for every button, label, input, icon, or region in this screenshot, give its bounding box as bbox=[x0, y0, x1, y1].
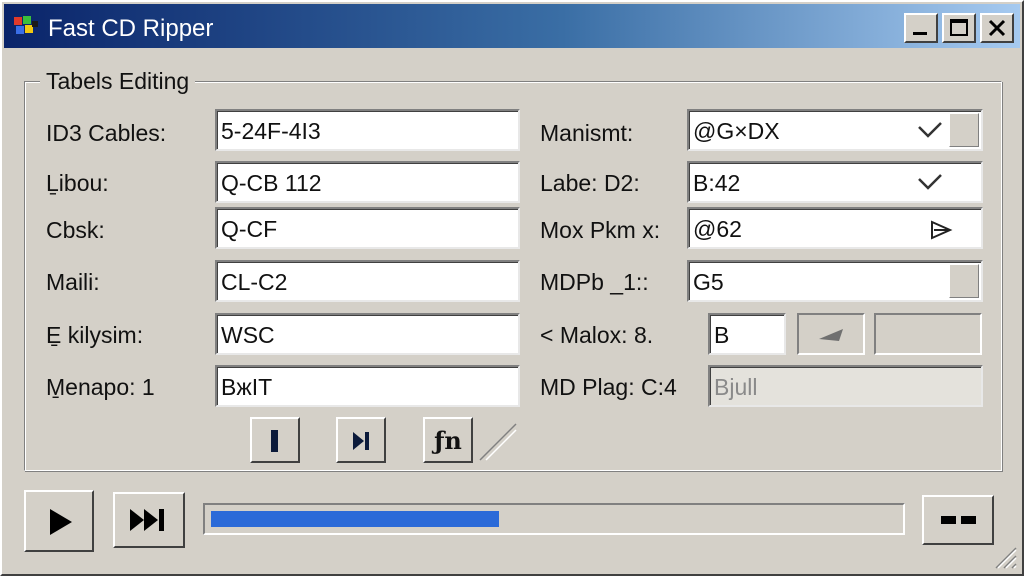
menapo-value: BжIT bbox=[221, 374, 273, 400]
mdpb-dropdown-button[interactable] bbox=[949, 264, 979, 298]
label-malox: < Malox: 8. bbox=[540, 322, 654, 348]
malox-empty-button[interactable] bbox=[874, 313, 982, 355]
labe-d2-field[interactable]: B:42 bbox=[687, 161, 983, 203]
play-button[interactable] bbox=[24, 490, 94, 552]
window-title: Fast CD Ripper bbox=[48, 15, 214, 42]
check-icon bbox=[918, 174, 942, 190]
malox-value: B bbox=[714, 322, 730, 348]
skip-forward-icon bbox=[130, 509, 164, 531]
mox-pkm-value: @62 bbox=[693, 216, 742, 242]
label-mox-pkm: Mox Pkm x: bbox=[540, 217, 661, 243]
stop-icon bbox=[941, 516, 976, 524]
labe-d2-value: B:42 bbox=[693, 170, 741, 196]
ekilysim-value: WSC bbox=[221, 322, 275, 348]
manismt-combo[interactable]: @G×DX bbox=[687, 109, 983, 151]
arrow-left-icon bbox=[819, 329, 843, 341]
bar-icon bbox=[271, 430, 278, 452]
app-icon bbox=[14, 16, 38, 34]
minimize-button[interactable] bbox=[904, 13, 938, 43]
malox-toggle-button[interactable] bbox=[797, 313, 865, 355]
progress-fill bbox=[211, 511, 500, 527]
mox-pkm-field[interactable]: @62 bbox=[687, 207, 983, 249]
main-window: Fast CD Ripper Tabels Editing ID3 Cables… bbox=[0, 0, 1024, 576]
label-maili: Maili: bbox=[46, 269, 100, 295]
play-arrow-icon[interactable] bbox=[929, 219, 953, 241]
minimize-icon bbox=[913, 32, 927, 35]
fn-icon: ƒn bbox=[434, 426, 462, 455]
md-plag-value: Bjull bbox=[714, 374, 758, 400]
label-manismt: Manismt: bbox=[540, 120, 634, 146]
label-menapo: M̱enapo: 1 bbox=[46, 374, 155, 400]
label-id3-cables: ID3 Cables: bbox=[46, 120, 167, 146]
title-bar[interactable]: Fast CD Ripper bbox=[4, 4, 1020, 48]
manismt-dropdown-button[interactable] bbox=[949, 113, 979, 147]
label-cbsk: Cbsk: bbox=[46, 217, 105, 243]
fn-button[interactable]: ƒn bbox=[423, 417, 473, 463]
maximize-button[interactable] bbox=[942, 13, 976, 43]
label-labe-d2: Labe: D2: bbox=[540, 170, 640, 196]
close-icon bbox=[988, 19, 1006, 37]
skip-forward-button[interactable] bbox=[113, 492, 185, 548]
rip-progress-bar bbox=[203, 503, 905, 535]
bar-button[interactable] bbox=[250, 417, 300, 463]
cbsk-value: Q-CF bbox=[221, 216, 278, 242]
label-mdpb: MDPb _1:: bbox=[540, 269, 649, 295]
group-legend: Tabels Editing bbox=[40, 68, 196, 95]
mdpb-combo[interactable]: G5 bbox=[687, 260, 983, 302]
stop-button[interactable] bbox=[922, 495, 994, 545]
md-plag-field: Bjull bbox=[708, 365, 983, 407]
check-icon bbox=[918, 122, 942, 138]
size-grip-icon[interactable] bbox=[988, 540, 1018, 570]
cbsk-field[interactable]: Q-CF bbox=[215, 207, 520, 249]
menapo-field[interactable]: BжIT bbox=[215, 365, 520, 407]
malox-field[interactable]: B bbox=[708, 313, 786, 355]
maili-value: CL-C2 bbox=[221, 269, 288, 295]
play-icon bbox=[50, 509, 72, 535]
mdpb-value: G5 bbox=[693, 269, 724, 295]
next-frame-button[interactable] bbox=[336, 417, 386, 463]
libou-field[interactable]: Q-CB 112 bbox=[215, 161, 520, 203]
libou-value: Q-CB 112 bbox=[221, 170, 322, 196]
next-frame-icon bbox=[353, 432, 369, 450]
label-libou: Ḻibou: bbox=[46, 170, 109, 196]
label-md-plag: MD Plag: C:4 bbox=[540, 374, 677, 400]
maximize-icon bbox=[950, 19, 968, 36]
manismt-value: @G×DX bbox=[693, 118, 780, 144]
label-ekilysim: E̱ kilysim: bbox=[46, 322, 144, 348]
resize-handle-icon bbox=[479, 423, 517, 461]
ekilysim-field[interactable]: WSC bbox=[215, 313, 520, 355]
id3-cables-field[interactable]: 5-24F-4I3 bbox=[215, 109, 520, 151]
close-button[interactable] bbox=[980, 13, 1014, 43]
maili-field[interactable]: CL-C2 bbox=[215, 260, 520, 302]
id3-cables-value: 5-24F-4I3 bbox=[221, 118, 321, 144]
